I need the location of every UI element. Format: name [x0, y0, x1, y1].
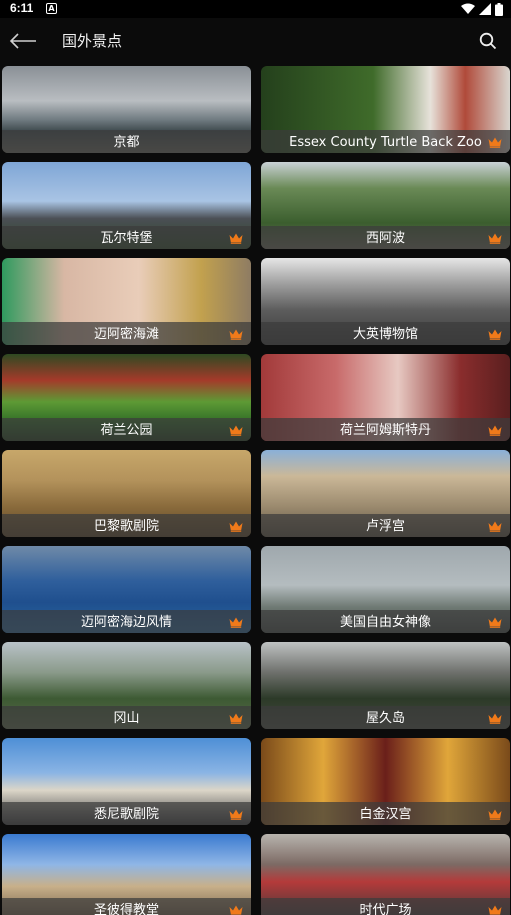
place-card[interactable]: 巴黎歌剧院 [2, 450, 251, 537]
signal-icon [479, 3, 491, 15]
place-name: 迈阿密海滩 [93, 327, 159, 342]
place-card[interactable]: 迈阿密海边风情 [2, 546, 251, 633]
place-name: 悉尼歌剧院 [93, 807, 159, 822]
place-name: Essex County Turtle Back Zoo [289, 135, 482, 150]
status-bar: 6:11 A [0, 0, 511, 18]
place-name: 西阿波 [365, 231, 405, 246]
crown-icon [488, 809, 502, 820]
place-name: 大英博物馆 [352, 327, 418, 342]
place-name: 时代广场 [359, 903, 412, 915]
place-name: 迈阿密海边风情 [80, 615, 172, 630]
notification-icon: A [46, 3, 57, 14]
place-card[interactable]: 白金汉宫 [261, 738, 510, 825]
place-card[interactable]: 荷兰阿姆斯特丹 [261, 354, 510, 441]
place-card[interactable]: 瓦尔特堡 [2, 162, 251, 249]
battery-icon [495, 2, 503, 16]
crown-icon [488, 425, 502, 436]
crown-icon [229, 809, 243, 820]
place-card[interactable]: 美国自由女神像 [261, 546, 510, 633]
place-card[interactable]: 荷兰公园 [2, 354, 251, 441]
crown-icon [229, 713, 243, 724]
place-card[interactable]: 卢浮宫 [261, 450, 510, 537]
place-name: 屋久岛 [365, 711, 405, 726]
place-card[interactable]: 西阿波 [261, 162, 510, 249]
crown-icon [488, 617, 502, 628]
back-button[interactable] [6, 26, 40, 56]
crown-icon [229, 905, 243, 915]
crown-icon [229, 617, 243, 628]
place-name: 卢浮宫 [365, 519, 405, 534]
status-icons [461, 2, 503, 16]
place-card[interactable]: 迈阿密海滩 [2, 258, 251, 345]
place-card[interactable]: 圣彼得教堂 [2, 834, 251, 915]
place-name: 巴黎歌剧院 [93, 519, 159, 534]
place-name: 冈山 [113, 711, 140, 726]
crown-icon [229, 233, 243, 244]
place-card[interactable]: 时代广场 [261, 834, 510, 915]
place-card[interactable]: Essex County Turtle Back Zoo [261, 66, 510, 153]
app-bar: 国外景点 [0, 18, 511, 64]
place-name: 美国自由女神像 [339, 615, 431, 630]
crown-icon [488, 905, 502, 915]
search-icon [479, 32, 497, 50]
place-card[interactable]: 悉尼歌剧院 [2, 738, 251, 825]
crown-icon [488, 713, 502, 724]
place-card[interactable]: 大英博物馆 [261, 258, 510, 345]
place-name: 瓦尔特堡 [100, 231, 153, 246]
place-name: 荷兰公园 [100, 423, 153, 438]
place-card[interactable]: 京都 [2, 66, 251, 153]
page-title: 国外景点 [62, 32, 123, 50]
place-card[interactable]: 屋久岛 [261, 642, 510, 729]
crown-icon [229, 425, 243, 436]
crown-icon [229, 329, 243, 340]
place-card[interactable]: 冈山 [2, 642, 251, 729]
place-name: 圣彼得教堂 [93, 903, 159, 915]
crown-icon [488, 329, 502, 340]
place-name: 京都 [113, 135, 140, 150]
search-button[interactable] [473, 26, 503, 56]
arrow-left-icon [9, 33, 36, 49]
crown-icon [488, 137, 502, 148]
place-name: 白金汉宫 [359, 807, 412, 822]
status-time: 6:11 [10, 1, 34, 15]
crown-icon [229, 521, 243, 532]
crown-icon [488, 521, 502, 532]
wifi-icon [461, 3, 475, 14]
place-name: 荷兰阿姆斯特丹 [339, 423, 431, 438]
crown-icon [488, 233, 502, 244]
